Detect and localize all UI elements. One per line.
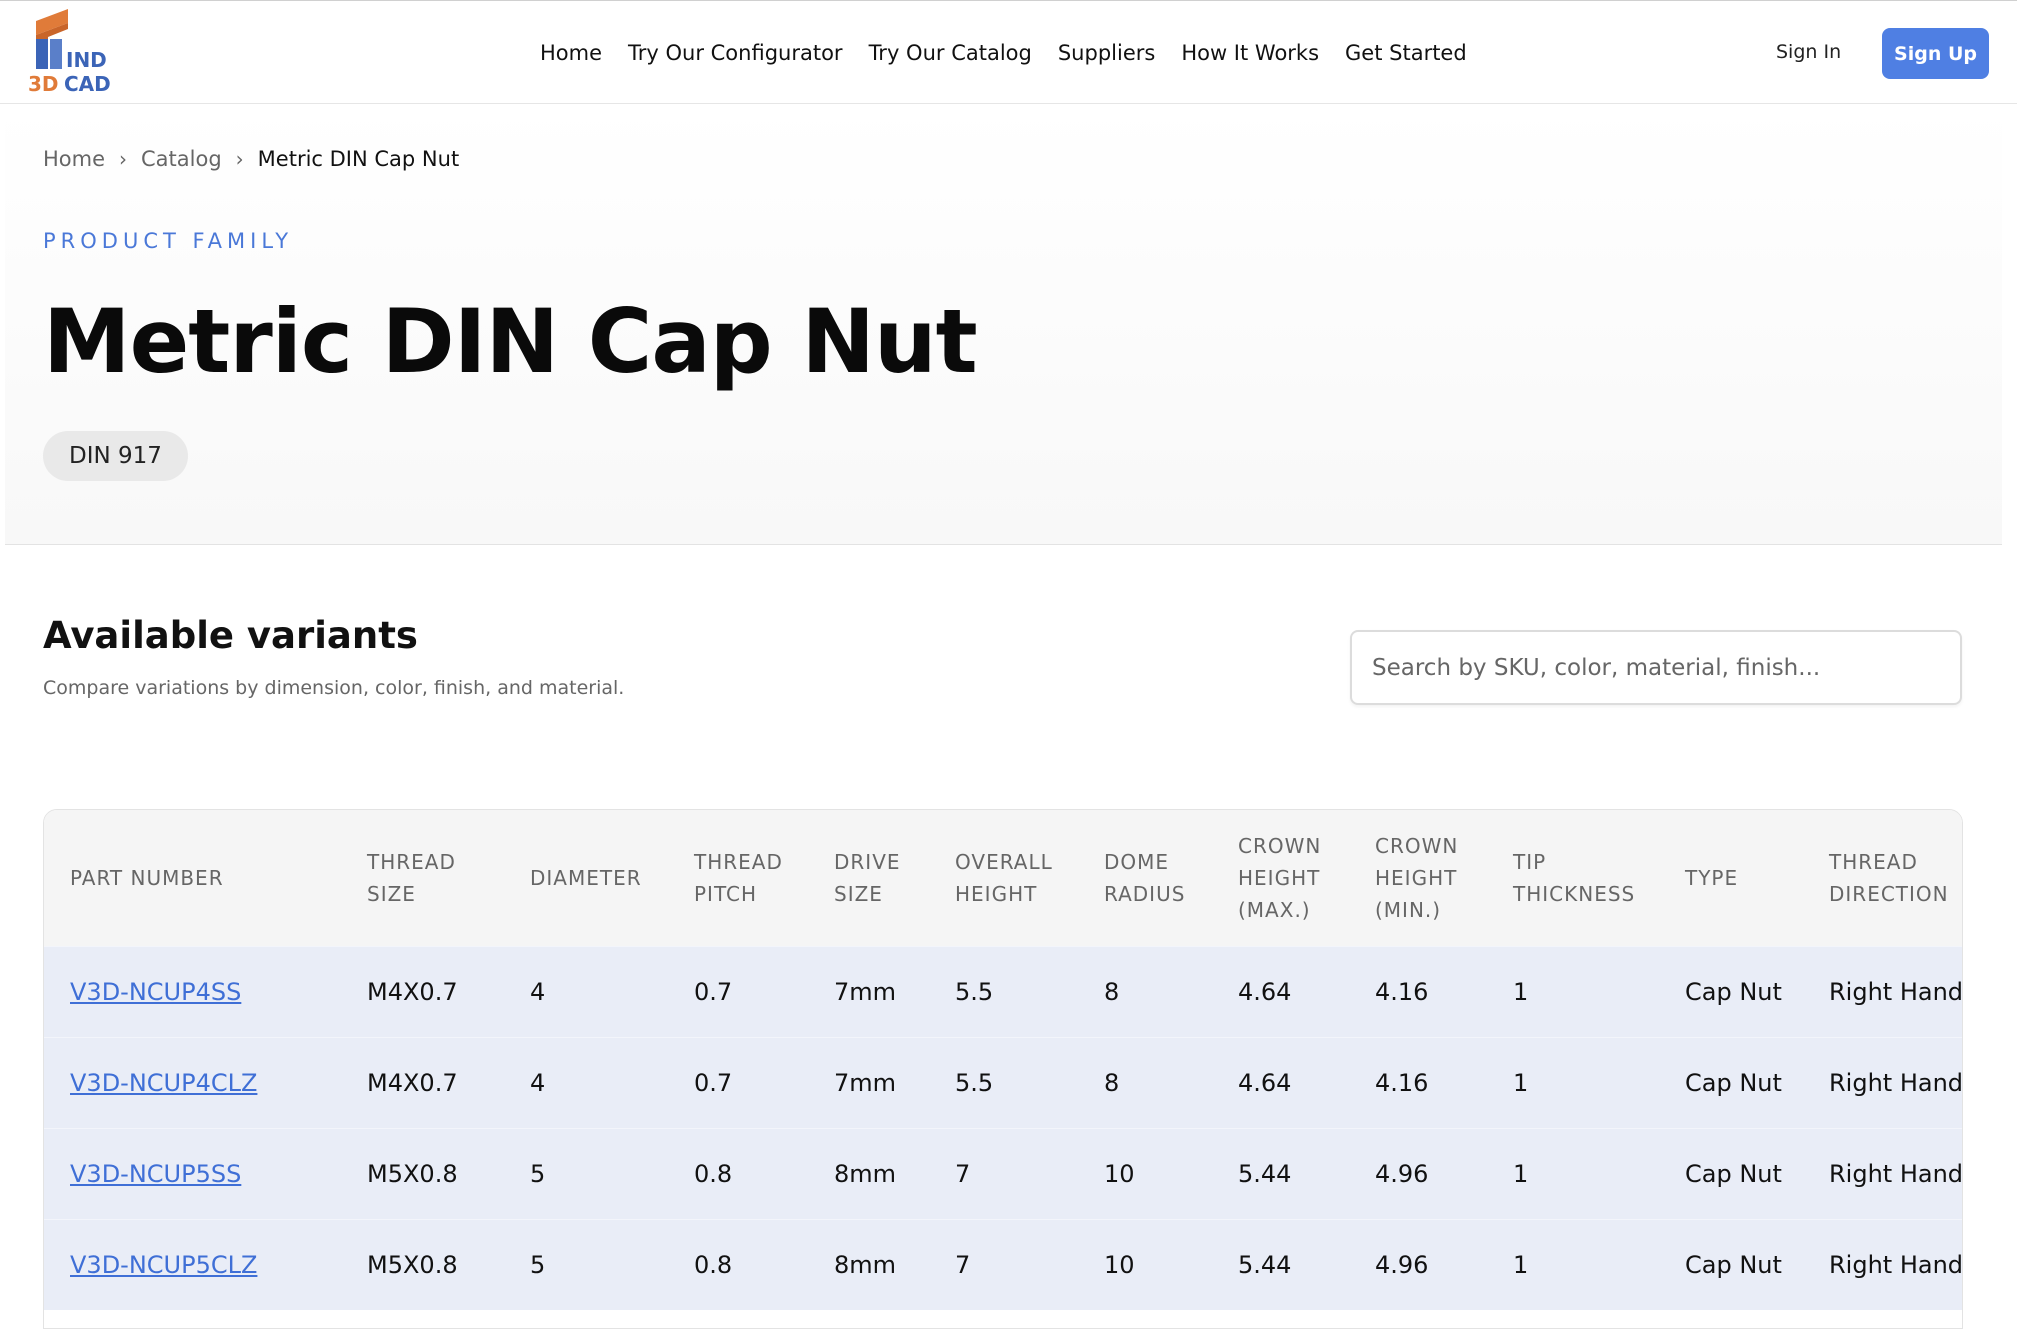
table-cell: 0.7 <box>694 1068 733 1097</box>
table-cell: 5 <box>530 1159 546 1188</box>
nav-catalog[interactable]: Try Our Catalog <box>869 41 1032 65</box>
table-row: V3D-NCUP5CLZ M5X0.8 5 0.8 8mm 7 10 5.44 … <box>44 1219 1963 1310</box>
part-number-cell: V3D-NCUP4SS <box>44 946 341 1037</box>
table-cell: Right Hand <box>1829 1250 1963 1279</box>
table-cell: 7 <box>955 1250 971 1279</box>
svg-text:3D: 3D <box>28 72 59 96</box>
table-row: V3D-NCUP4CLZ M4X0.7 4 0.7 7mm 5.5 8 4.64… <box>44 1037 1963 1128</box>
variants-subtitle: Compare variations by dimension, color, … <box>43 677 625 699</box>
table-cell: 7mm <box>834 977 897 1006</box>
table-row: V3D-NCUP5SS M5X0.8 5 0.8 8mm 7 10 5.44 4… <box>44 1128 1963 1219</box>
svg-text:IND: IND <box>66 48 107 72</box>
table-cell: Right Hand <box>1829 977 1963 1006</box>
table-cell: 5.44 <box>1238 1159 1292 1188</box>
page-title: Metric DIN Cap Nut <box>43 290 978 393</box>
part-number-link[interactable]: V3D-NCUP5SS <box>70 1160 241 1188</box>
svg-text:CAD: CAD <box>64 72 111 96</box>
table-cell: 5.5 <box>955 977 994 1006</box>
nav-configurator[interactable]: Try Our Configurator <box>628 41 843 65</box>
column-header[interactable]: PART NUMBER <box>44 810 341 946</box>
column-header[interactable]: DRIVE SIZE <box>808 810 929 946</box>
variants-table-container: PART NUMBER THREAD SIZE DIAMETER THREAD … <box>43 809 1963 1329</box>
breadcrumb-catalog[interactable]: Catalog <box>141 147 222 171</box>
top-navigation-bar: IND 3D CAD Home Try Our Configurator Try… <box>0 0 2017 104</box>
breadcrumb: Home › Catalog › Metric DIN Cap Nut <box>43 147 459 171</box>
table-cell: 4 <box>530 977 546 1006</box>
main-nav: Home Try Our Configurator Try Our Catalo… <box>540 41 1467 65</box>
part-number-cell: V3D-NCUP5CLZ <box>44 1219 341 1310</box>
variants-table: PART NUMBER THREAD SIZE DIAMETER THREAD … <box>44 810 1963 1310</box>
column-header[interactable]: TYPE <box>1659 810 1803 946</box>
part-number-cell: V3D-NCUP4CLZ <box>44 1037 341 1128</box>
table-cell: 1 <box>1513 977 1529 1006</box>
column-header[interactable]: THREAD SIZE <box>341 810 504 946</box>
table-cell: 8 <box>1104 977 1120 1006</box>
breadcrumb-home[interactable]: Home <box>43 147 105 171</box>
variant-search-input[interactable] <box>1350 630 1962 705</box>
table-cell: Right Hand <box>1829 1159 1963 1188</box>
column-header[interactable]: THREAD PITCH <box>668 810 808 946</box>
column-header[interactable]: THREAD DIRECTION <box>1803 810 1962 946</box>
table-cell: M4X0.7 <box>367 1068 458 1097</box>
table-cell: 4.64 <box>1238 977 1292 1006</box>
table-cell: Cap Nut <box>1685 1250 1782 1279</box>
sign-in-link[interactable]: Sign In <box>1776 41 1841 63</box>
table-header-row: PART NUMBER THREAD SIZE DIAMETER THREAD … <box>44 810 1962 946</box>
table-cell: 1 <box>1513 1068 1529 1097</box>
chevron-right-icon: › <box>119 147 128 171</box>
table-cell: Cap Nut <box>1685 977 1782 1006</box>
column-header[interactable]: OVERALL HEIGHT <box>929 810 1078 946</box>
column-header[interactable]: CROWN HEIGHT (MAX.) <box>1212 810 1349 946</box>
find3dcad-logo[interactable]: IND 3D CAD <box>28 7 138 99</box>
table-cell: 4.16 <box>1375 977 1429 1006</box>
part-number-link[interactable]: V3D-NCUP4SS <box>70 978 241 1006</box>
table-cell: 7mm <box>834 1068 897 1097</box>
table-cell: 7 <box>955 1159 971 1188</box>
nav-how-it-works[interactable]: How It Works <box>1181 41 1319 65</box>
standard-badge: DIN 917 <box>43 431 188 481</box>
table-cell: 0.8 <box>694 1250 733 1279</box>
table-cell: 10 <box>1104 1159 1135 1188</box>
table-cell: Cap Nut <box>1685 1068 1782 1097</box>
table-row: V3D-NCUP4SS M4X0.7 4 0.7 7mm 5.5 8 4.64 … <box>44 946 1963 1037</box>
table-cell: M4X0.7 <box>367 977 458 1006</box>
table-cell: 8mm <box>834 1159 897 1188</box>
table-cell: 5.44 <box>1238 1250 1292 1279</box>
table-cell: 5.5 <box>955 1068 994 1097</box>
column-header[interactable]: DIAMETER <box>504 810 668 946</box>
table-cell: 1 <box>1513 1159 1529 1188</box>
table-cell: 8 <box>1104 1068 1120 1097</box>
table-cell: M5X0.8 <box>367 1250 458 1279</box>
table-cell: 5 <box>530 1250 546 1279</box>
table-cell: 10 <box>1104 1250 1135 1279</box>
breadcrumb-current: Metric DIN Cap Nut <box>257 147 460 171</box>
table-cell: 4 <box>530 1068 546 1097</box>
part-number-link[interactable]: V3D-NCUP5CLZ <box>70 1251 257 1279</box>
chevron-right-icon: › <box>235 147 244 171</box>
nav-home[interactable]: Home <box>540 41 602 65</box>
nav-get-started[interactable]: Get Started <box>1345 41 1467 65</box>
column-header[interactable]: DOME RADIUS <box>1078 810 1212 946</box>
table-cell: M5X0.8 <box>367 1159 458 1188</box>
logo-graphic: IND 3D CAD <box>28 9 111 96</box>
table-cell: 4.96 <box>1375 1159 1429 1188</box>
product-family-label: PRODUCT FAMILY <box>43 229 294 253</box>
part-number-link[interactable]: V3D-NCUP4CLZ <box>70 1069 257 1097</box>
column-header[interactable]: TIP THICKNESS <box>1487 810 1659 946</box>
table-cell: 1 <box>1513 1250 1529 1279</box>
variants-heading: Available variants <box>43 614 418 657</box>
nav-suppliers[interactable]: Suppliers <box>1058 41 1155 65</box>
table-cell: 4.16 <box>1375 1068 1429 1097</box>
table-cell: 8mm <box>834 1250 897 1279</box>
table-cell: 4.64 <box>1238 1068 1292 1097</box>
part-number-cell: V3D-NCUP5SS <box>44 1128 341 1219</box>
table-cell: Right Hand <box>1829 1068 1963 1097</box>
table-cell: 0.8 <box>694 1159 733 1188</box>
table-cell: Cap Nut <box>1685 1159 1782 1188</box>
sign-up-button[interactable]: Sign Up <box>1882 28 1989 79</box>
table-cell: 0.7 <box>694 977 733 1006</box>
table-cell: 4.96 <box>1375 1250 1429 1279</box>
column-header[interactable]: CROWN HEIGHT (MIN.) <box>1349 810 1487 946</box>
